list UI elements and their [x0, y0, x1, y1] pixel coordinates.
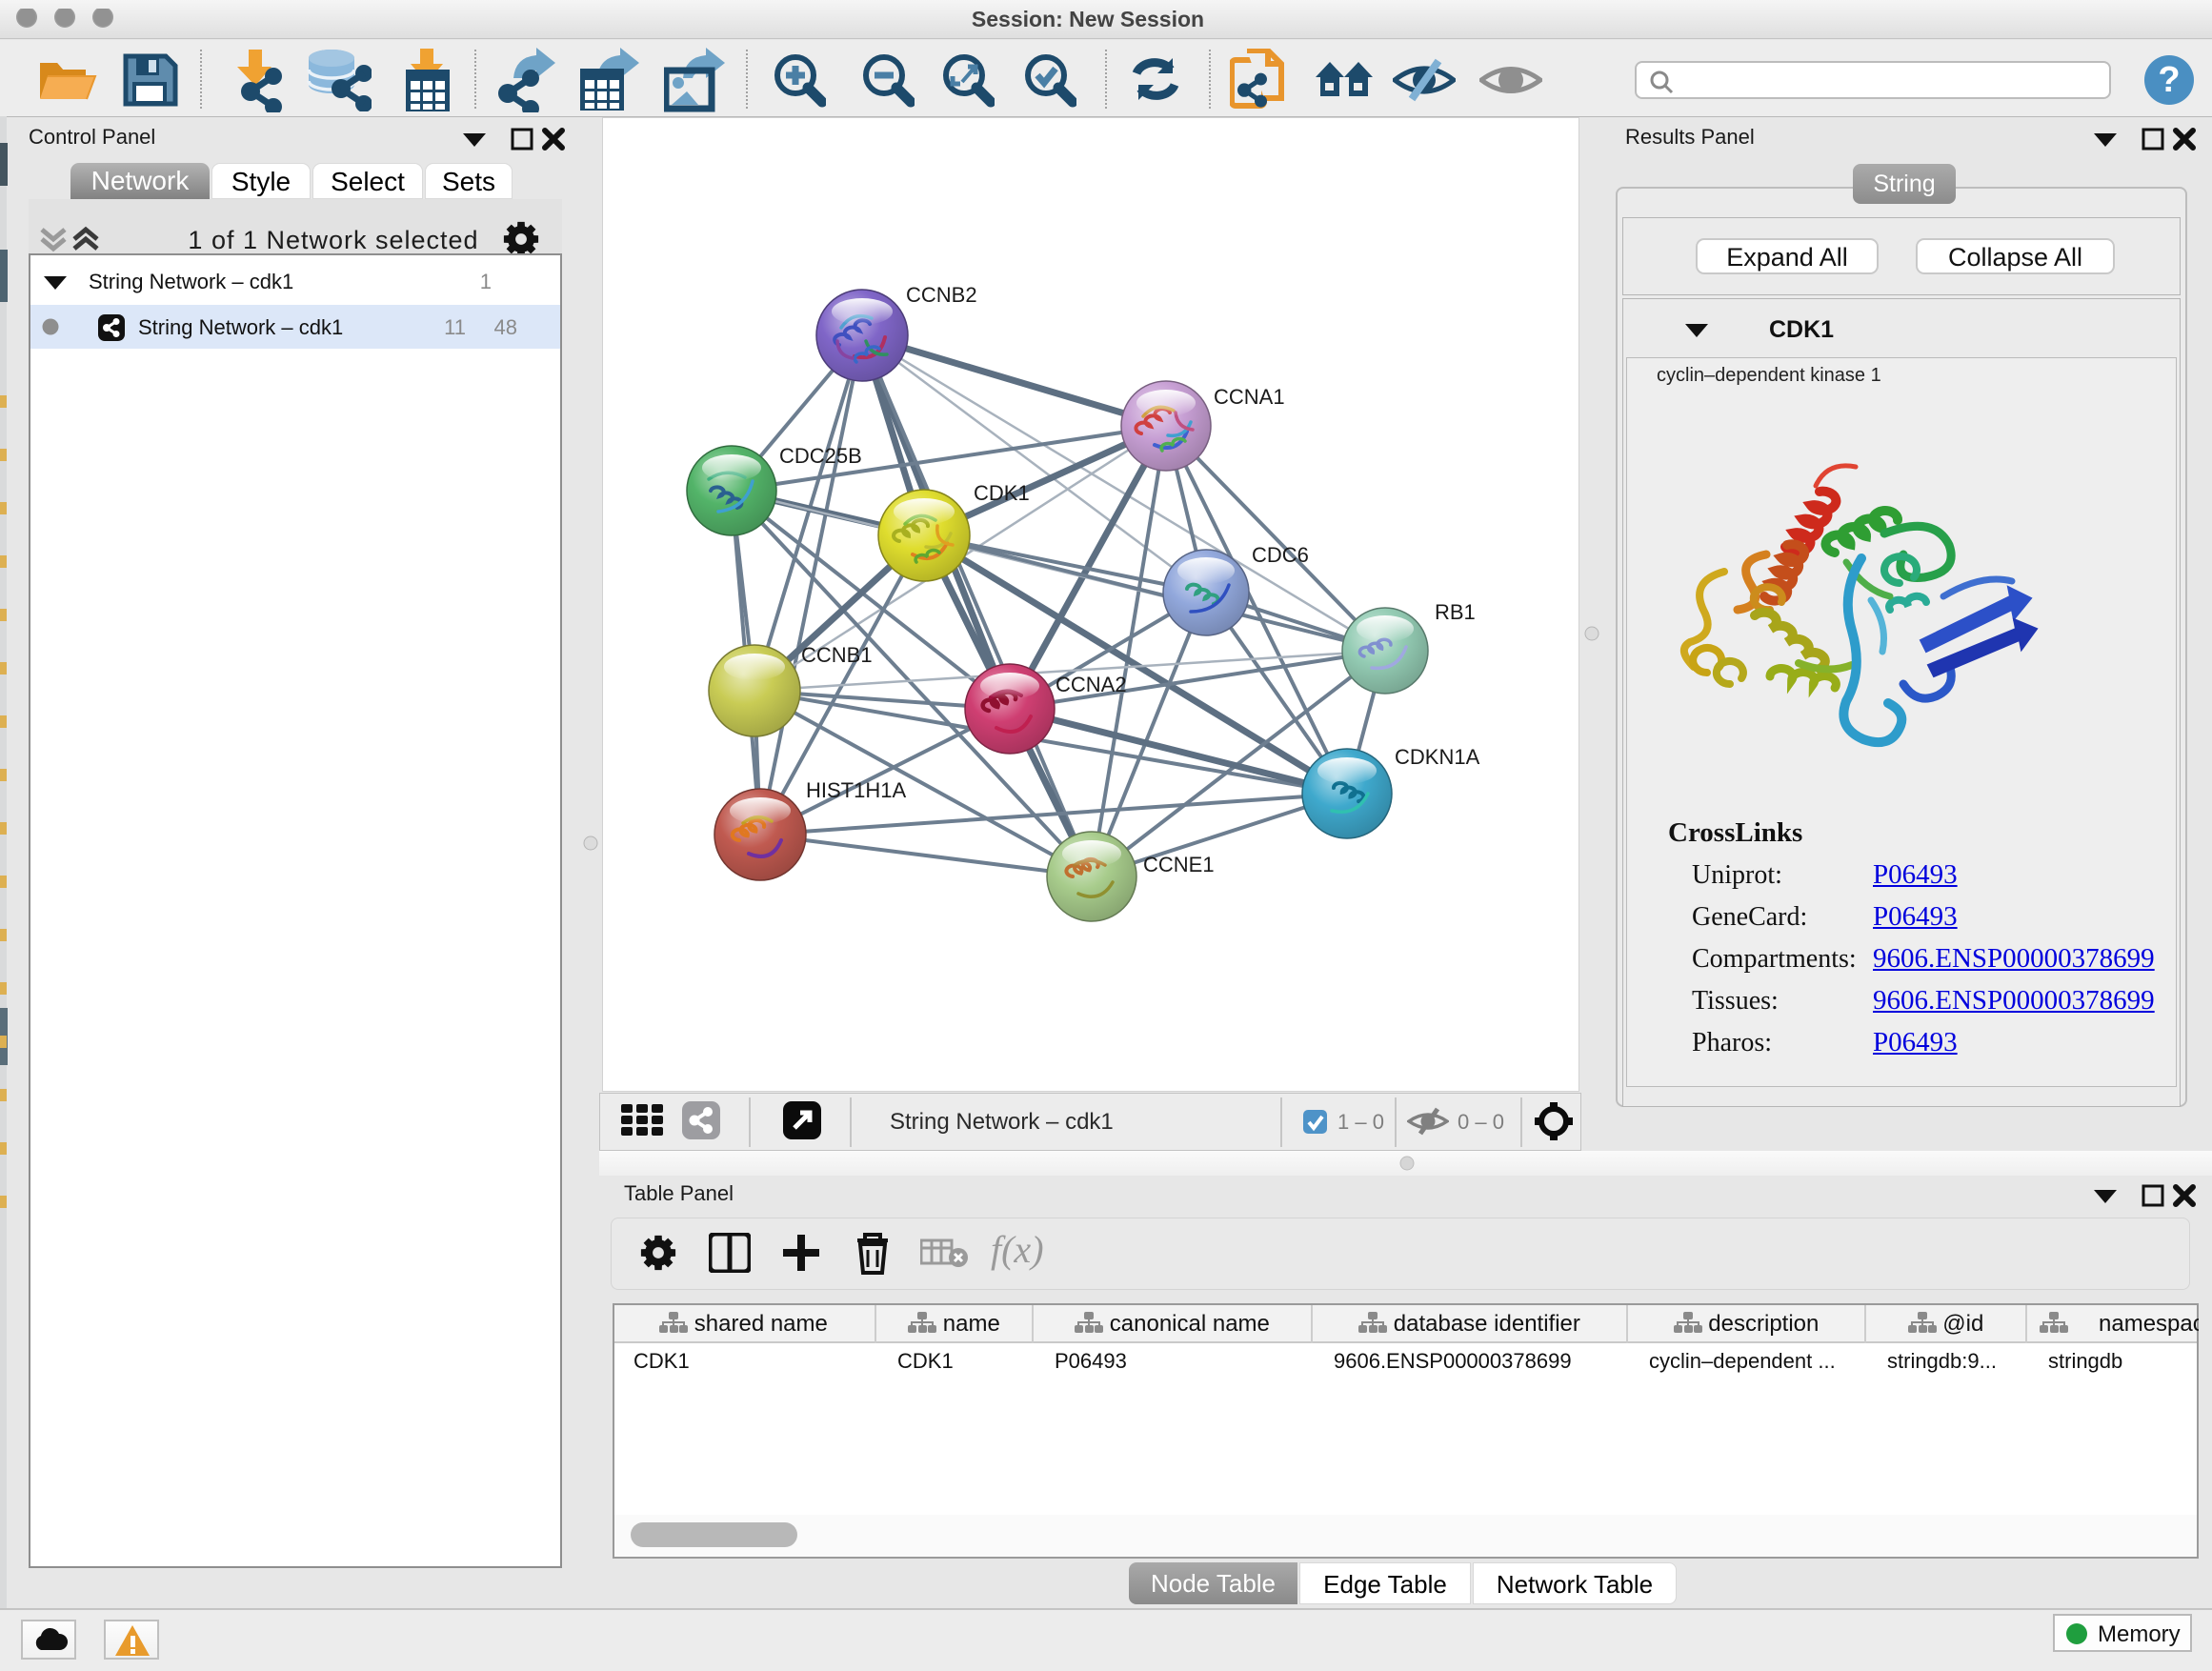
svg-text:CCNA1: CCNA1 — [1214, 385, 1285, 409]
svg-text:CDC6: CDC6 — [1252, 543, 1309, 567]
svg-text:CCNB1: CCNB1 — [801, 643, 873, 667]
svg-text:CDK1: CDK1 — [974, 481, 1030, 505]
svg-text:RB1: RB1 — [1435, 600, 1476, 624]
svg-text:CDKN1A: CDKN1A — [1395, 745, 1480, 769]
svg-text:?: ? — [2158, 60, 2180, 100]
svg-text:CCNE1: CCNE1 — [1143, 853, 1215, 876]
svg-text:CCNB2: CCNB2 — [906, 283, 977, 307]
svg-text:HIST1H1A: HIST1H1A — [806, 778, 906, 802]
svg-text:CDC25B: CDC25B — [779, 444, 862, 468]
svg-text:CCNA2: CCNA2 — [1056, 673, 1127, 696]
